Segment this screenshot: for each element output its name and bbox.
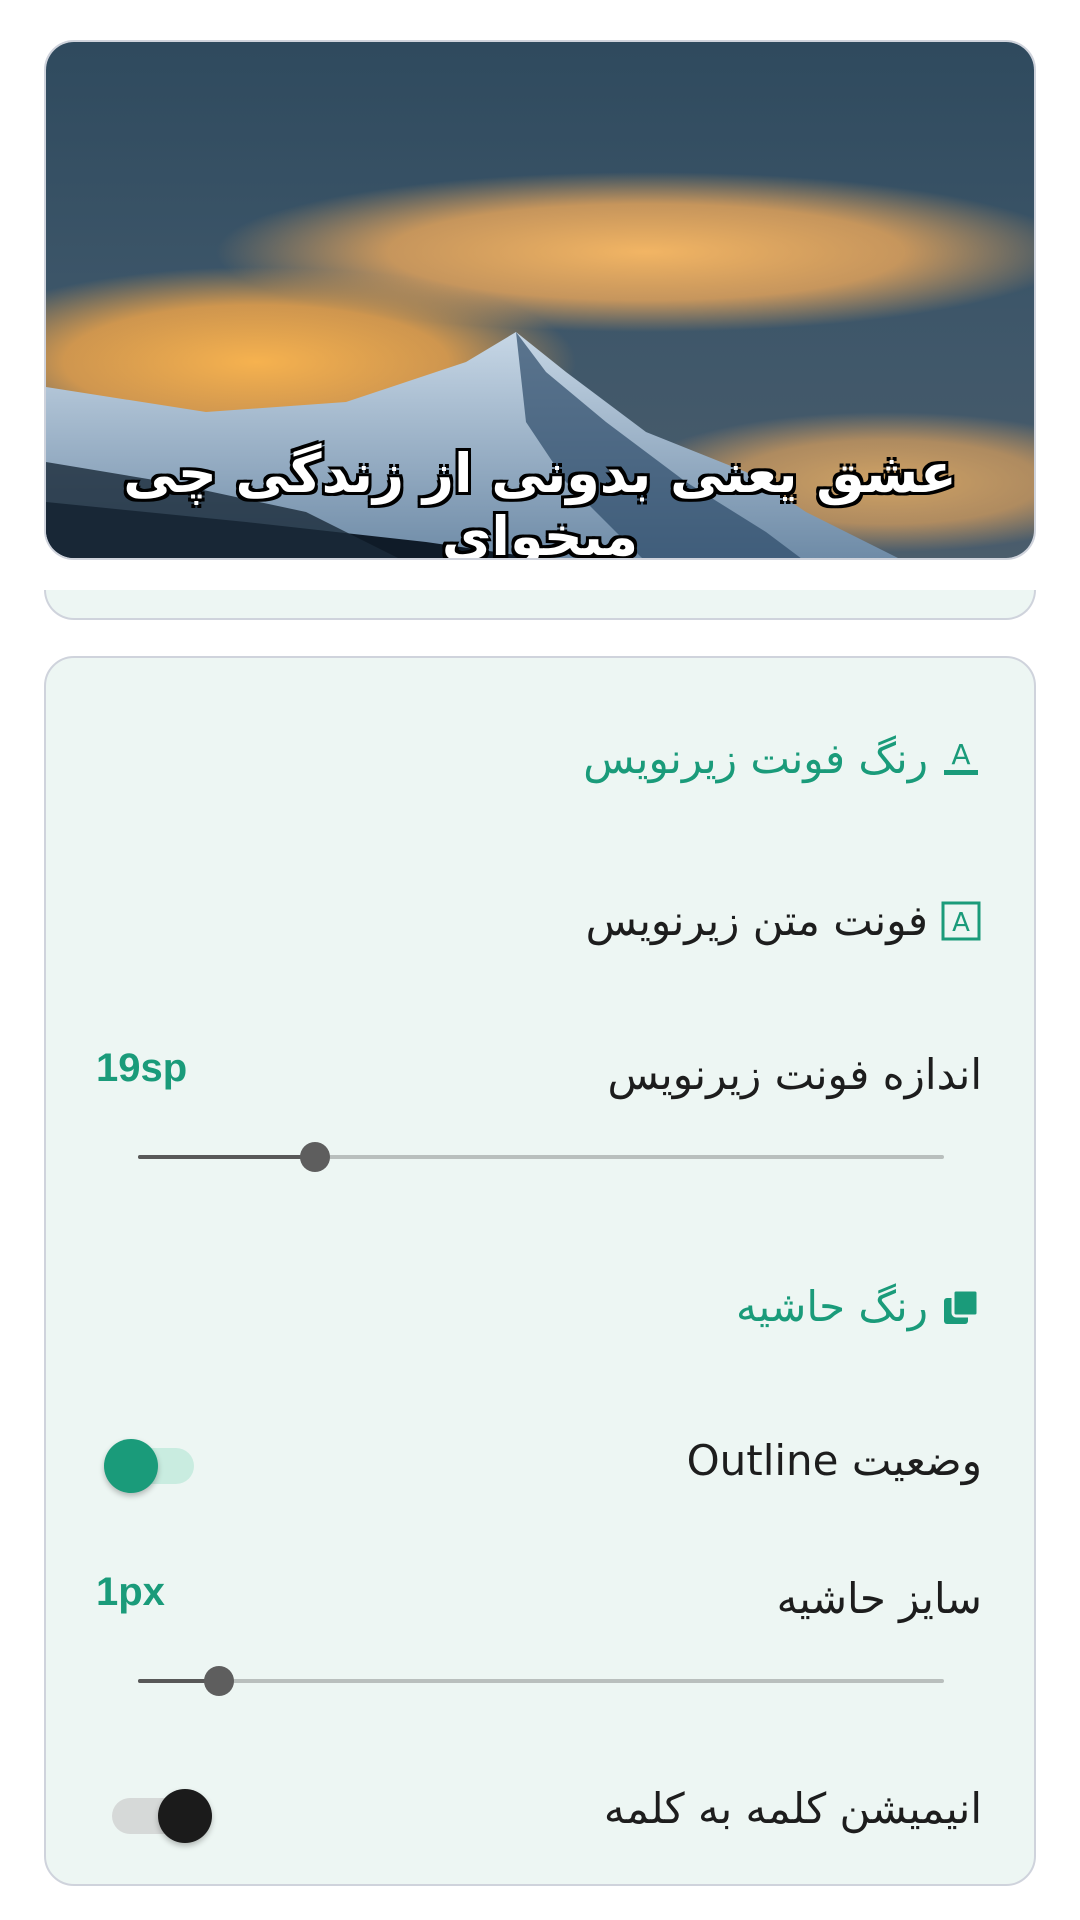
font-size-label: اندازه فونت زیرنویس [607,1050,982,1099]
outline-label: وضعیت Outline [686,1436,982,1485]
copy-layers-icon [944,1288,980,1324]
word-animation-row: انیمیشن کلمه به کلمه [46,1776,1034,1846]
svg-text:A: A [951,738,970,771]
border-size-value: 1px [96,1570,165,1614]
slider-thumb[interactable] [300,1142,331,1172]
slider-fill [138,1155,316,1159]
border-size-label: سایز حاشیه [776,1574,982,1623]
collapsed-card-strip [44,590,1036,620]
border-color-row[interactable]: رنگ حاشیه [46,1276,1034,1346]
font-family-label: فونت متن زیرنویس [585,896,928,945]
font-family-row[interactable]: A فونت متن زیرنویس [46,890,1034,960]
font-color-label: رنگ فونت زیرنویس [583,734,928,783]
subtitle-preview-text: عشق یعنی بدونی از زندگی چی میخوای [123,442,958,560]
slider-track [138,1679,944,1683]
border-size-slider[interactable] [138,1666,944,1696]
toggle-thumb [158,1789,212,1843]
font-size-value: 19sp [96,1046,188,1090]
word-animation-toggle[interactable] [104,1789,212,1843]
border-size-row: سایز حاشیه 1px [46,1570,1034,1640]
word-animation-label: انیمیشن کلمه به کلمه [603,1784,982,1833]
font-color-row[interactable]: A رنگ فونت زیرنویس [46,728,1034,798]
font-size-row: اندازه فونت زیرنویس 19sp [46,1046,1034,1116]
outline-row: وضعیت Outline [46,1428,1034,1498]
svg-text:A: A [952,908,970,938]
subtitle-settings-card: A رنگ فونت زیرنویس A فونت متن زیرنویس ان… [44,656,1036,1886]
slider-thumb[interactable] [203,1666,234,1696]
font-box-icon: A [941,901,981,941]
font-size-slider[interactable] [138,1142,944,1172]
toggle-thumb [104,1439,158,1493]
outline-toggle[interactable] [104,1439,194,1493]
border-color-label: رنگ حاشیه [735,1282,928,1331]
text-color-icon: A [944,738,978,775]
subtitle-preview-card: عشق یعنی بدونی از زندگی چی میخوای [44,40,1036,560]
